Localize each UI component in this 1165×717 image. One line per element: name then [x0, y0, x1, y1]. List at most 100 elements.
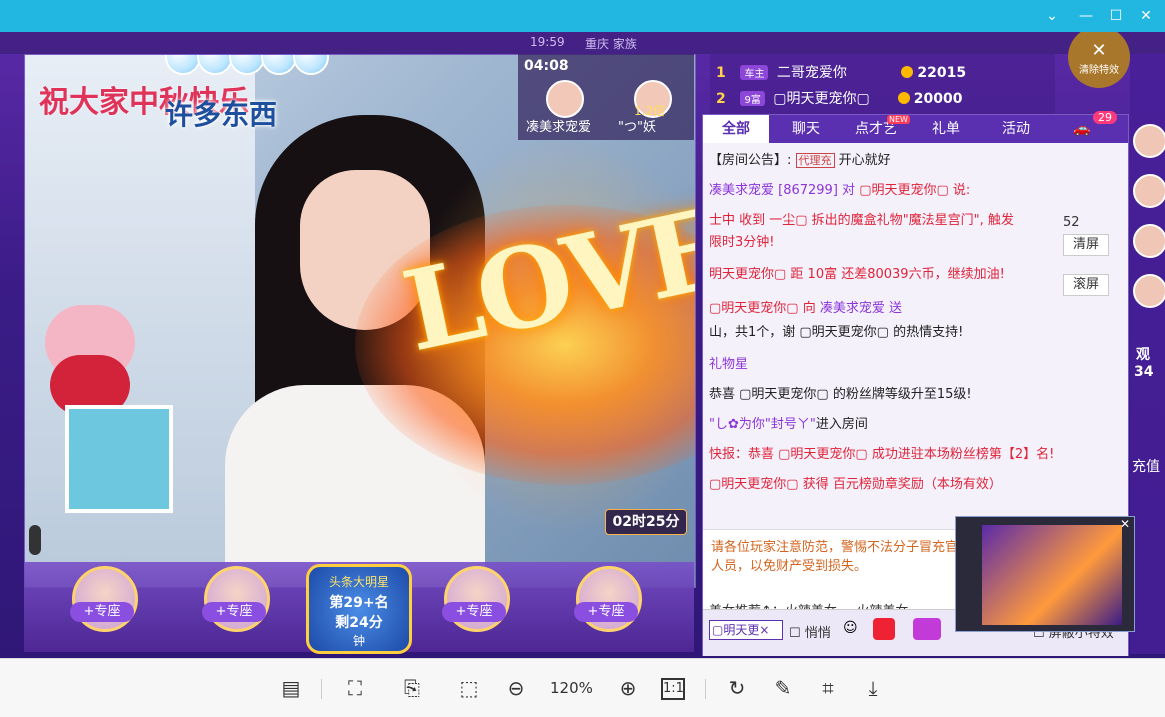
recipient-chip[interactable]: ▢明天更×	[709, 620, 783, 640]
close-button[interactable]: ✕	[1136, 6, 1156, 26]
chat-message: 凑美求宠爱 [867299] 对 ▢明天更宠你▢ 说:	[709, 183, 971, 198]
greeting-subtext: 许多东西	[165, 98, 278, 131]
maximize-button[interactable]: ☐	[1106, 6, 1126, 26]
headline-star-badge[interactable]: 头条大明星 第29+名 剩24分 钟	[306, 564, 412, 654]
headline-rank: 第29+名	[329, 595, 389, 611]
new-badge: NEW	[887, 115, 910, 124]
emoji-icon[interactable]: ☺	[843, 620, 858, 636]
seat-button[interactable]: +专座	[70, 602, 134, 622]
host-card[interactable]: 04:08 1.2倍 凑美求宠爱 "つ"妖	[518, 54, 694, 140]
seat-avatar[interactable]	[444, 566, 510, 632]
chat-message: "し✿为你"封号ㄚ"进入房间	[709, 417, 868, 432]
live-room-screenshot: 19:59 重庆 家族 LOVE 祝大家中秋快乐 许多东西 02时25分 04:…	[0, 32, 1165, 658]
rank-name: 二哥宠爱你	[776, 65, 847, 81]
zoom-in-icon[interactable]: ⊕	[615, 675, 641, 701]
preview-close-icon[interactable]: ✕	[1120, 517, 1130, 531]
host-avatar[interactable]	[546, 80, 584, 118]
host-name: 凑美求宠爱	[526, 120, 592, 135]
tab-all[interactable]: 全部	[703, 115, 769, 143]
host-clock: 04:08	[524, 58, 569, 74]
ranking-panel: 1 车主 二哥宠爱你 22015 2 9富 ▢明天更宠你▢ 20000	[710, 54, 1055, 116]
seat-button[interactable]: +专座	[202, 602, 266, 622]
chat-message: 明天更宠你▢ 距 10富 还差80039六币，继续加油!	[709, 267, 1005, 282]
close-icon: ✕	[1091, 40, 1107, 61]
viewer-avatar[interactable]	[1133, 124, 1165, 158]
thumbnail-image	[982, 525, 1122, 625]
top-time: 19:59	[530, 35, 565, 49]
viewer-avatar[interactable]	[1133, 224, 1165, 258]
bubble-icon	[261, 55, 297, 75]
top-room-meta: 重庆 家族	[585, 37, 637, 51]
chat-message: 快报：恭喜 ▢明天更宠你▢ 成功进驻本场粉丝榜第【2】名!	[709, 447, 1055, 462]
chat-message: ▢明天更宠你▢ 获得 百元榜勋章奖励（本场有效）	[709, 477, 1002, 492]
gift-icon[interactable]	[873, 618, 895, 640]
chat-message-list[interactable]: 【房间公告】: 代理充 开心就好 凑美求宠爱 [867299] 对 ▢明天更宠你…	[703, 143, 1128, 529]
thumbnail-preview[interactable]: ✕	[955, 516, 1135, 632]
chat-message: 礼物星	[709, 357, 749, 372]
seat-avatar[interactable]	[204, 566, 270, 632]
car-icon[interactable]: 🚗	[1073, 121, 1090, 137]
chat-message: 恭喜 ▢明天更宠你▢ 的粉丝牌等级升至15级!	[709, 387, 972, 402]
zoom-level: 120%	[550, 679, 593, 697]
top-info-strip: 19:59 重庆 家族	[0, 32, 1165, 54]
text-recognize-icon[interactable]: ⎘	[399, 675, 425, 701]
clear-effects-button[interactable]: ✕ 清除特效	[1068, 32, 1130, 88]
zoom-out-icon[interactable]: ⊖	[503, 675, 529, 701]
photo-frame	[65, 405, 173, 513]
headline-unit: 钟	[352, 634, 365, 648]
notice-text: 请各位玩家注意防范，警惕不法分子冒充官方人员，以免财产受到损失。	[711, 540, 972, 574]
seat-row: +专座 +专座 头条大明星 第29+名 剩24分 钟 +专座 +专座	[24, 562, 694, 654]
guest-name: "つ"妖	[618, 120, 656, 135]
actual-size-icon[interactable]: 1:1	[661, 678, 685, 700]
ranking-row[interactable]: 1 车主 二哥宠爱你 22015	[716, 62, 966, 82]
mic-icon[interactable]	[29, 525, 41, 555]
rank-score: 20000	[913, 91, 963, 107]
headline-remaining: 剩24分	[335, 615, 383, 631]
chat-message: 山，共1个，谢 ▢明天更宠你▢ 的热情支持!	[709, 325, 964, 340]
ranking-row[interactable]: 2 9富 ▢明天更宠你▢ 20000	[716, 88, 962, 108]
screenshot-icon[interactable]: ⛶	[342, 675, 368, 701]
bubble-icon	[293, 55, 329, 75]
layout-icon[interactable]: ▤	[278, 675, 304, 701]
toolbar-separator	[705, 679, 706, 699]
tab-count-badge: 29	[1093, 111, 1117, 124]
viewer-avatar[interactable]	[1133, 174, 1165, 208]
collapse-button[interactable]: ⌄	[1042, 6, 1062, 26]
chat-message: ▢明天更宠你▢ 向 凑美求宠爱 送	[709, 301, 902, 316]
rank-score: 22015	[917, 65, 967, 81]
minimize-button[interactable]: —	[1076, 6, 1096, 26]
chat-tabs: 全部 聊天 点才艺 NEW 礼单 活动 🚗 29	[703, 111, 1128, 143]
headline-title: 头条大明星	[328, 575, 389, 589]
fit-screen-icon[interactable]: ⬚	[456, 675, 482, 701]
clear-effects-label: 清除特效	[1079, 65, 1119, 76]
rank-number: 1	[716, 65, 726, 81]
edit-icon[interactable]: ✎	[770, 675, 796, 701]
rank-badge: 9富	[740, 91, 765, 106]
right-side-strip: 观 34 充值	[1130, 54, 1165, 654]
countdown-timer: 02时25分	[605, 509, 687, 535]
whisper-checkbox[interactable]: ☐ 悄悄	[789, 622, 831, 641]
tab-activity[interactable]: 活动	[983, 115, 1049, 143]
crop-icon[interactable]: ⌗	[815, 675, 841, 701]
rotate-icon[interactable]: ↻	[724, 675, 750, 701]
seat-avatar[interactable]	[72, 566, 138, 632]
chat-message: 士中 收到 一尘▢ 拆出的魔盒礼物"魔法星宫门", 触发	[709, 213, 1014, 228]
rank-name: ▢明天更宠你▢	[773, 91, 870, 107]
seat-button[interactable]: +专座	[574, 602, 638, 622]
seat-avatar[interactable]	[576, 566, 642, 632]
tab-chat[interactable]: 聊天	[773, 115, 839, 143]
toolbar-separator	[321, 679, 322, 699]
viewer-label: 观	[1136, 347, 1150, 363]
chat-message: 【房间公告】: 代理充 开心就好	[709, 153, 891, 168]
recharge-label[interactable]: 充值	[1132, 456, 1160, 476]
viewer-avatar[interactable]	[1133, 274, 1165, 308]
coin-icon	[901, 66, 914, 78]
game-icon[interactable]	[913, 618, 941, 640]
scroll-screen-button[interactable]: 滚屏	[1063, 274, 1109, 296]
tab-giftlist[interactable]: 礼单	[913, 115, 979, 143]
clear-screen-button[interactable]: 清屏	[1063, 234, 1109, 256]
download-icon[interactable]: ⤓	[860, 675, 886, 701]
side-count: 52	[1063, 215, 1080, 230]
image-viewer-toolbar: ▤ ⛶ ⎘ ⬚ ⊖ 120% ⊕ 1:1 ↻ ✎ ⌗ ⤓	[0, 658, 1165, 717]
seat-button[interactable]: +专座	[442, 602, 506, 622]
